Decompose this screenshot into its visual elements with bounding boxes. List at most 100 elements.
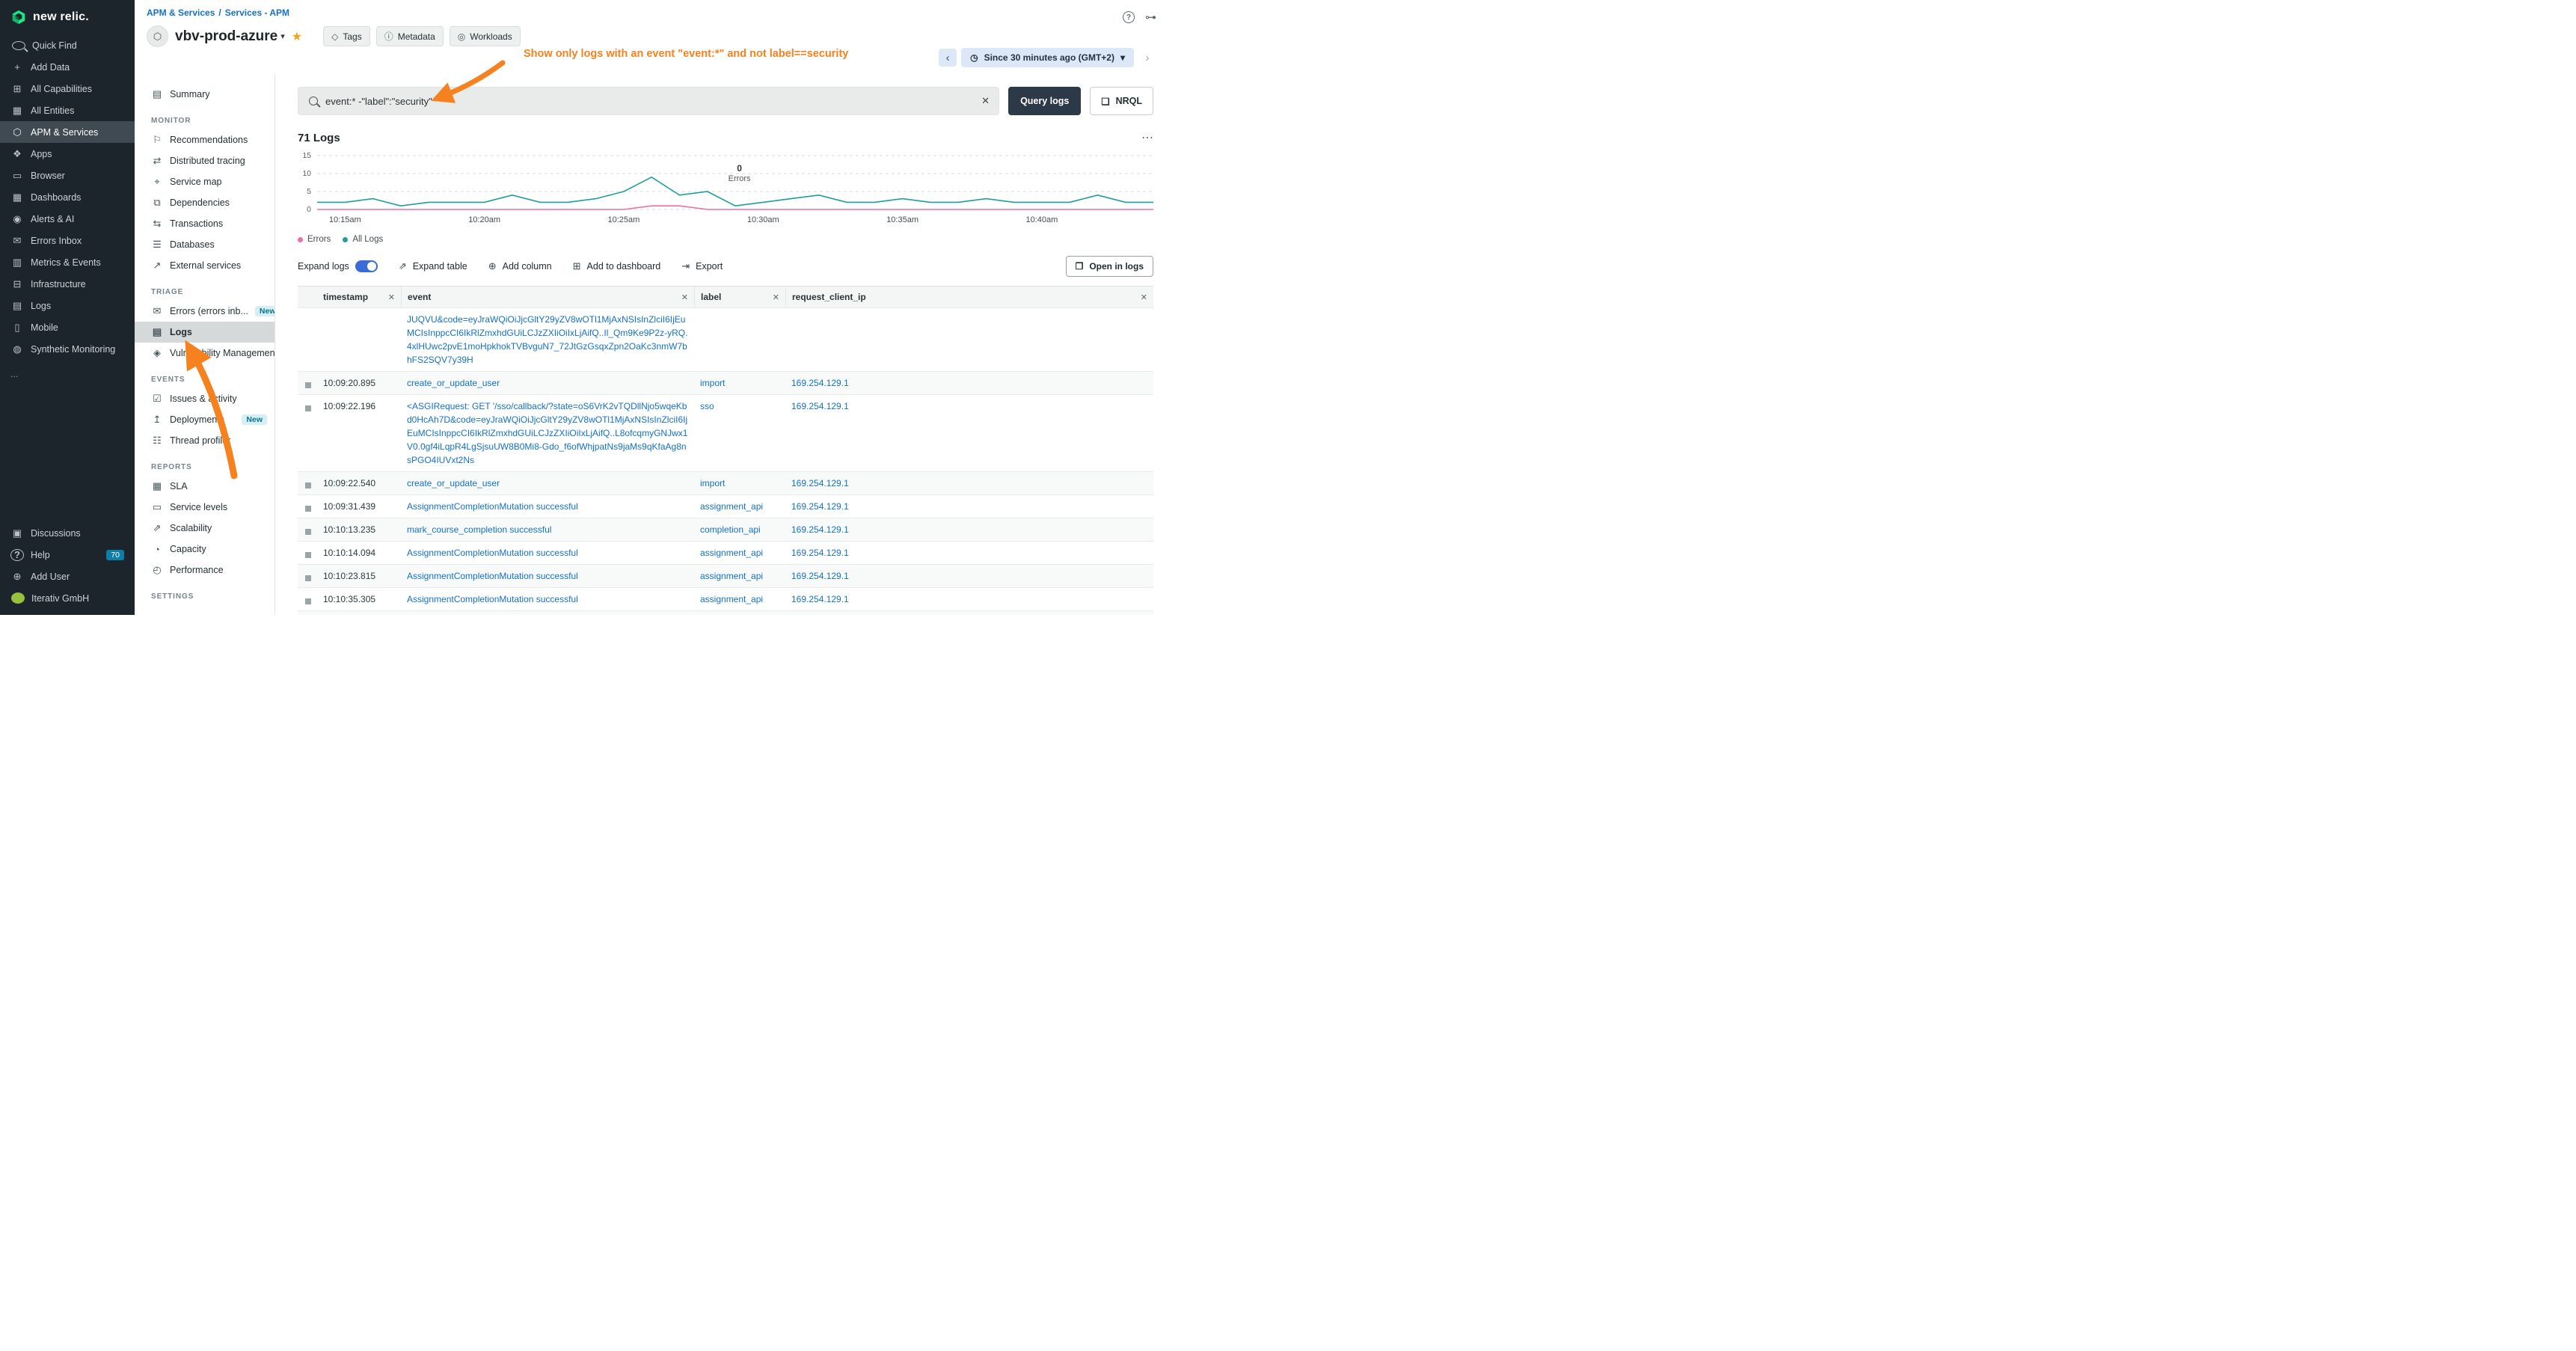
row-checkbox[interactable] — [305, 405, 311, 411]
cell-label[interactable]: import — [694, 372, 785, 394]
row-checkbox[interactable] — [305, 482, 311, 488]
nav-item-synthetic-monitoring[interactable]: ◍Synthetic Monitoring — [0, 338, 135, 360]
cell-event[interactable]: <ASGIRequest: GET '/sso/callback/?state=… — [401, 395, 694, 471]
expand-table-button[interactable]: ⇗ Expand table — [399, 260, 467, 272]
nav-item-alerts-ai[interactable]: ◉Alerts & AI — [0, 208, 135, 230]
cell-event[interactable]: AssignmentCompletionMutation successful — [401, 542, 694, 564]
row-checkbox[interactable] — [305, 575, 311, 581]
subnav-item-recommendations[interactable]: ⚐Recommendations — [135, 129, 275, 150]
remove-column-icon[interactable]: ✕ — [1141, 292, 1147, 302]
subnav-item-service-levels[interactable]: ▭Service levels — [135, 497, 275, 518]
remove-column-icon[interactable]: ✕ — [681, 292, 688, 302]
nav-item-help[interactable]: ?Help70 — [0, 544, 135, 566]
nav-item-dashboards[interactable]: ▦Dashboards — [0, 186, 135, 208]
link-icon[interactable]: ⊶ — [1145, 10, 1156, 24]
remove-column-icon[interactable]: ✕ — [773, 292, 779, 302]
tags-button[interactable]: ◇ Tags — [323, 26, 370, 46]
cell-event[interactable]: create_or_update_user — [401, 372, 694, 394]
cell-request-client-ip[interactable]: 169.254.129.1 — [785, 395, 1153, 471]
cell-event[interactable]: JUQVU&code=eyJraWQiOiJjcGltY29yZV8wOTl1M… — [401, 308, 694, 371]
subnav-item-distributed-tracing[interactable]: ⇄Distributed tracing — [135, 150, 275, 171]
help-icon[interactable]: ? — [1123, 11, 1135, 23]
expand-logs-switch[interactable] — [355, 260, 378, 272]
subnav-item-logs[interactable]: ▤Logs — [135, 322, 275, 343]
cell-request-client-ip[interactable]: 169.254.129.1 — [785, 542, 1153, 564]
favorite-star-icon[interactable]: ★ — [292, 29, 302, 44]
nav-item-mobile[interactable]: ▯Mobile — [0, 316, 135, 338]
query-logs-button[interactable]: Query logs — [1008, 87, 1081, 115]
subnav-item-service-map[interactable]: ⌖Service map — [135, 171, 275, 192]
subnav-item-summary[interactable]: ▤Summary — [135, 84, 275, 105]
add-to-dashboard-button[interactable]: ⊞ Add to dashboard — [573, 260, 661, 272]
expand-logs-toggle[interactable]: Expand logs — [298, 260, 378, 272]
cell-request-client-ip[interactable]: 169.254.129.1 — [785, 518, 1153, 541]
nav-item-apps[interactable]: ❖Apps — [0, 143, 135, 165]
cell-request-client-ip[interactable]: 169.254.129.1 — [785, 565, 1153, 587]
log-row[interactable]: 10:09:22.196<ASGIRequest: GET '/sso/call… — [298, 395, 1153, 472]
cell-label[interactable]: assignment_api — [694, 588, 785, 610]
nav-item-browser[interactable]: ▭Browser — [0, 165, 135, 186]
entity-switcher-caret-icon[interactable]: ▾ — [280, 31, 285, 41]
column-header-event[interactable]: event✕ — [401, 287, 694, 307]
log-row[interactable]: 10:10:35.305AssignmentCompletionMutation… — [298, 588, 1153, 611]
workloads-button[interactable]: ◎ Workloads — [450, 26, 521, 46]
logs-search-input[interactable]: event:* -"label":"security" ✕ — [298, 87, 999, 115]
nrql-button[interactable]: ❏ NRQL — [1090, 87, 1153, 115]
nav-item-add-data[interactable]: +Add Data — [0, 56, 135, 78]
breadcrumb-services-apm[interactable]: Services - APM — [225, 7, 289, 18]
cell-request-client-ip[interactable]: 169.254.129.1 — [785, 372, 1153, 394]
log-row[interactable]: 10:10:14.094AssignmentCompletionMutation… — [298, 542, 1153, 565]
cell-event[interactable]: AssignmentCompletionMutation successful — [401, 565, 694, 587]
export-button[interactable]: ⇥ Export — [681, 260, 723, 272]
log-row[interactable]: 10:09:22.540create_or_update_userimport1… — [298, 472, 1153, 495]
subnav-item-external-services[interactable]: ↗External services — [135, 255, 275, 276]
subnav-item-errors-errors-inb[interactable]: ✉Errors (errors inb...New — [135, 301, 275, 322]
sidebar-more-button[interactable]: ... — [0, 363, 135, 385]
row-checkbox[interactable] — [305, 598, 311, 604]
cell-label[interactable]: assignment_api — [694, 611, 785, 615]
subnav-item-databases[interactable]: ☰Databases — [135, 234, 275, 255]
subnav-item-deployments[interactable]: ↥DeploymentsNew — [135, 409, 275, 430]
log-row[interactable]: 10:10:23.815AssignmentCompletionMutation… — [298, 565, 1153, 588]
add-column-button[interactable]: ⊕ Add column — [488, 260, 552, 272]
row-checkbox[interactable] — [305, 529, 311, 535]
cell-event[interactable]: AssignmentCompletionMutation successful — [401, 495, 694, 518]
log-row[interactable]: 10:10:13.235mark_course_completion succe… — [298, 518, 1153, 542]
time-range-button[interactable]: ◷ Since 30 minutes ago (GMT+2) ▾ — [961, 48, 1134, 67]
nav-item-logs[interactable]: ▤Logs — [0, 295, 135, 316]
subnav-item-scalability[interactable]: ⇗Scalability — [135, 518, 275, 539]
clear-query-icon[interactable]: ✕ — [981, 95, 990, 107]
nav-item-all-entities[interactable]: ▦All Entities — [0, 99, 135, 121]
cell-label[interactable]: import — [694, 472, 785, 494]
cell-label[interactable]: assignment_api — [694, 495, 785, 518]
cell-request-client-ip[interactable]: 169.254.129.1 — [785, 495, 1153, 518]
cell-request-client-ip[interactable]: 169.254.129.1 — [785, 611, 1153, 615]
more-options-icon[interactable]: ⋯ — [1141, 130, 1153, 145]
subnav-item-performance[interactable]: ◴Performance — [135, 560, 275, 580]
nav-item-quick-find[interactable]: Quick Find — [0, 34, 135, 56]
subnav-item-dependencies[interactable]: ⧉Dependencies — [135, 192, 275, 213]
cell-event[interactable]: mark_course_completion successful — [401, 518, 694, 541]
open-in-logs-button[interactable]: ❐ Open in logs — [1066, 256, 1153, 277]
time-forward-button[interactable]: › — [1138, 49, 1156, 67]
subnav-item-vulnerability-management[interactable]: ◈Vulnerability Management — [135, 343, 275, 364]
column-header-label[interactable]: label✕ — [694, 287, 785, 307]
nav-item-errors-inbox[interactable]: ✉Errors Inbox — [0, 230, 135, 251]
remove-column-icon[interactable]: ✕ — [388, 292, 395, 302]
legend-item-all-logs[interactable]: All Logs — [343, 235, 383, 244]
breadcrumb-apm-services[interactable]: APM & Services — [147, 7, 215, 18]
row-checkbox[interactable] — [305, 382, 311, 388]
cell-label[interactable]: assignment_api — [694, 542, 785, 564]
cell-event[interactable]: create_or_update_user — [401, 472, 694, 494]
nav-item-add-user[interactable]: ⊕Add User — [0, 566, 135, 587]
subnav-item-thread-profiler[interactable]: ☷Thread profiler — [135, 430, 275, 451]
cell-event[interactable]: AssignmentCompletionMutation successful — [401, 588, 694, 610]
nav-item-discussions[interactable]: ▣Discussions — [0, 522, 135, 544]
nav-item-all-capabilities[interactable]: ⊞All Capabilities — [0, 78, 135, 99]
nav-item-apm-services[interactable]: ⬡APM & Services — [0, 121, 135, 143]
log-row[interactable]: 10:09:20.895create_or_update_userimport1… — [298, 372, 1153, 395]
cell-label[interactable]: assignment_api — [694, 565, 785, 587]
cell-request-client-ip[interactable]: 169.254.129.1 — [785, 588, 1153, 610]
cell-event[interactable]: AssignmentCompletionMutation successful — [401, 611, 694, 615]
log-row[interactable]: JUQVU&code=eyJraWQiOiJjcGltY29yZV8wOTl1M… — [298, 308, 1153, 372]
